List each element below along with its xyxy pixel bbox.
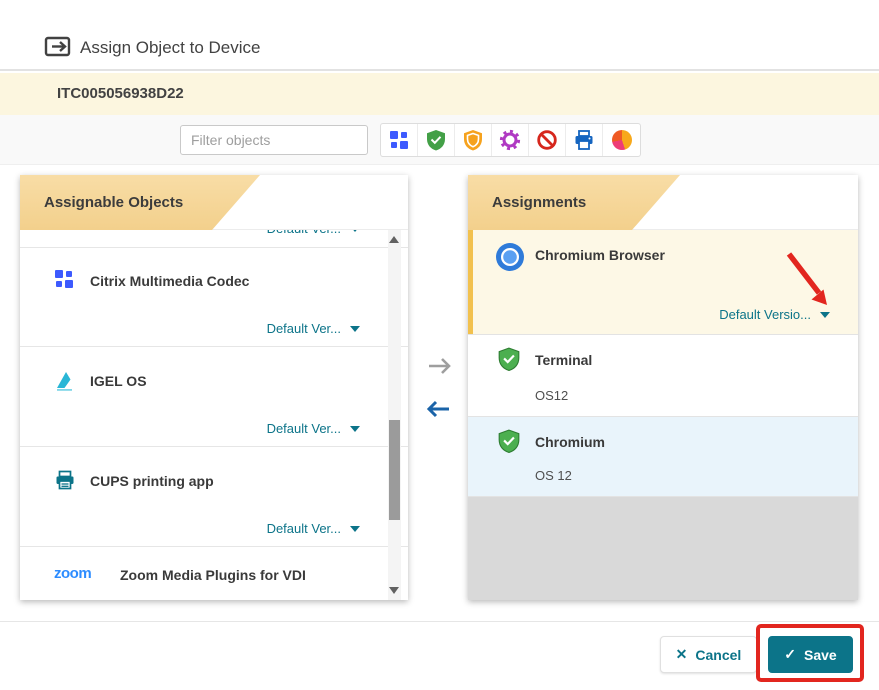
list-item-igel-os[interactable]: IGEL OS Default Ver...	[20, 347, 408, 447]
assignment-os: OS 12	[535, 468, 572, 483]
files-wheel-icon[interactable]	[603, 124, 640, 156]
assignment-label: Terminal	[535, 352, 592, 368]
list-item-cups-printing-app[interactable]: CUPS printing app Default Ver...	[20, 447, 408, 547]
assignable-objects-title: Assignable Objects	[44, 194, 183, 211]
firmware-customization-gear-icon[interactable]	[492, 124, 529, 156]
assignment-version-dropdown[interactable]: Default Versio...	[719, 307, 830, 322]
cancel-button-label: Cancel	[695, 647, 741, 663]
assign-device-icon	[44, 34, 72, 64]
dialog-header: Assign Object to Device	[0, 0, 879, 71]
assignable-objects-header: Assignable Objects	[20, 175, 408, 230]
apps-icon[interactable]	[381, 124, 418, 156]
save-button-label: Save	[804, 647, 837, 663]
assignment-terminal[interactable]: Terminal OS12	[468, 335, 858, 417]
list-item-zoom-media-plugins[interactable]: zoom Zoom Media Plugins for VDI	[20, 547, 408, 600]
chevron-down-icon	[350, 526, 360, 532]
assignment-os: OS12	[535, 388, 568, 403]
assignments-tab: Assignments	[468, 175, 680, 230]
object-type-filter-group	[380, 123, 641, 157]
zoom-logo: zoom	[54, 565, 91, 582]
chevron-down-icon	[350, 326, 360, 332]
color-wheel-glyph	[612, 130, 632, 150]
assignments-header: Assignments	[468, 175, 858, 230]
assign-right-arrow-button[interactable]	[426, 355, 454, 382]
version-dropdown[interactable]: Default Ver...	[267, 321, 360, 336]
empty-area	[468, 497, 858, 600]
assignable-objects-tab: Assignable Objects	[20, 175, 260, 230]
version-label: Default Versio...	[719, 307, 811, 322]
version-label: Default Ver...	[267, 321, 341, 336]
printer-blue-icon[interactable]	[566, 124, 603, 156]
citrix-codec-icon	[54, 269, 74, 294]
assignment-chromium-browser[interactable]: Chromium Browser Default Versio...	[468, 230, 858, 335]
scroll-down-icon[interactable]	[389, 587, 399, 594]
profile-shield-orange-icon[interactable]	[455, 124, 492, 156]
version-dropdown[interactable]: Default Ver...	[267, 421, 360, 436]
master-profile-icon[interactable]	[529, 124, 566, 156]
close-icon: ✕	[676, 646, 688, 663]
unassign-left-arrow-button[interactable]	[424, 398, 452, 425]
assignable-objects-panel: Default Ver... Assignable Objects Citrix…	[20, 175, 408, 600]
row-divider	[20, 247, 408, 248]
version-label: Default Ver...	[267, 421, 341, 436]
chevron-down-icon	[350, 426, 360, 432]
assignment-label: Chromium Browser	[535, 247, 665, 263]
assignment-label: Chromium	[535, 434, 605, 450]
list-item-citrix-multimedia-codec[interactable]: Citrix Multimedia Codec Default Ver...	[20, 247, 408, 347]
filter-objects-input[interactable]	[180, 125, 368, 155]
cancel-button[interactable]: ✕ Cancel	[660, 636, 757, 673]
device-id: ITC005056938D22	[57, 73, 184, 115]
save-button[interactable]: ✓ Save	[768, 636, 853, 673]
assignments-panel: Assignments Chromium Browser Default Ver…	[468, 175, 858, 600]
version-label: Default Ver...	[267, 521, 341, 536]
igel-os-icon	[54, 369, 76, 396]
left-list-scrollbar[interactable]	[388, 230, 401, 600]
object-label: IGEL OS	[90, 373, 147, 389]
filter-toolbar	[0, 115, 879, 165]
assignment-chromium[interactable]: Chromium OS 12	[468, 417, 858, 497]
assignments-title: Assignments	[492, 194, 586, 211]
profile-shield-icon	[497, 429, 521, 458]
dialog-title: Assign Object to Device	[80, 38, 260, 58]
highlight-accent-bar	[468, 230, 473, 334]
version-dropdown[interactable]: Default Ver...	[267, 521, 360, 536]
assign-object-dialog: Assign Object to Device ITC005056938D22	[0, 0, 879, 690]
cups-printer-icon	[54, 469, 76, 496]
object-label: Zoom Media Plugins for VDI	[120, 567, 306, 583]
profile-shield-green-icon[interactable]	[418, 124, 455, 156]
dialog-footer: ✕ Cancel ✓ Save	[0, 621, 879, 690]
device-bar: ITC005056938D22	[0, 73, 879, 115]
chevron-down-icon	[820, 312, 830, 318]
object-label: Citrix Multimedia Codec	[90, 273, 249, 289]
scrollbar-thumb[interactable]	[389, 420, 400, 520]
scroll-up-icon[interactable]	[389, 236, 399, 243]
object-label: CUPS printing app	[90, 473, 214, 489]
chromium-browser-icon	[495, 242, 525, 277]
profile-shield-icon	[497, 347, 521, 376]
check-icon: ✓	[784, 646, 796, 663]
